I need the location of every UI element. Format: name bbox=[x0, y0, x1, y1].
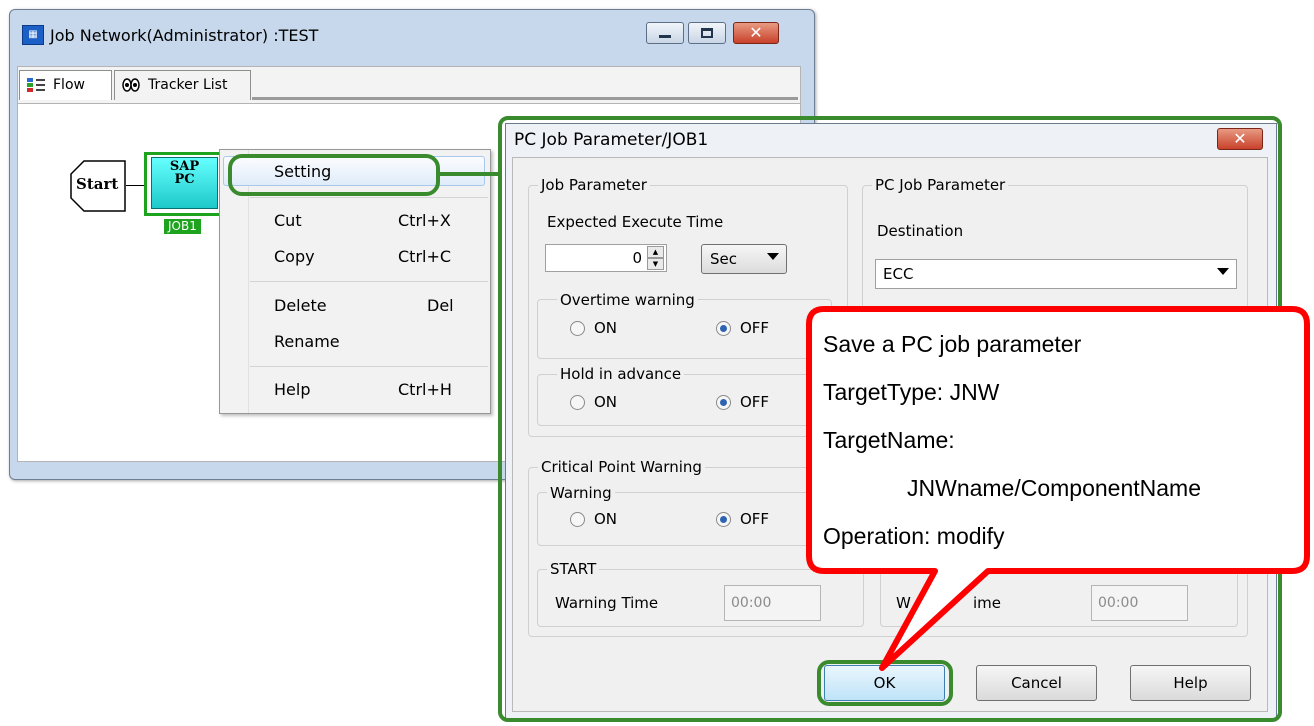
callout-bubble bbox=[806, 306, 1310, 671]
callout-line: Operation: modify bbox=[823, 523, 1005, 549]
callout-line: JNWname/ComponentName bbox=[907, 475, 1202, 501]
callout-line: TargetName: bbox=[823, 427, 955, 453]
callout-line: TargetType: JNW bbox=[823, 379, 1000, 405]
callout-line: Save a PC job parameter bbox=[823, 331, 1082, 357]
